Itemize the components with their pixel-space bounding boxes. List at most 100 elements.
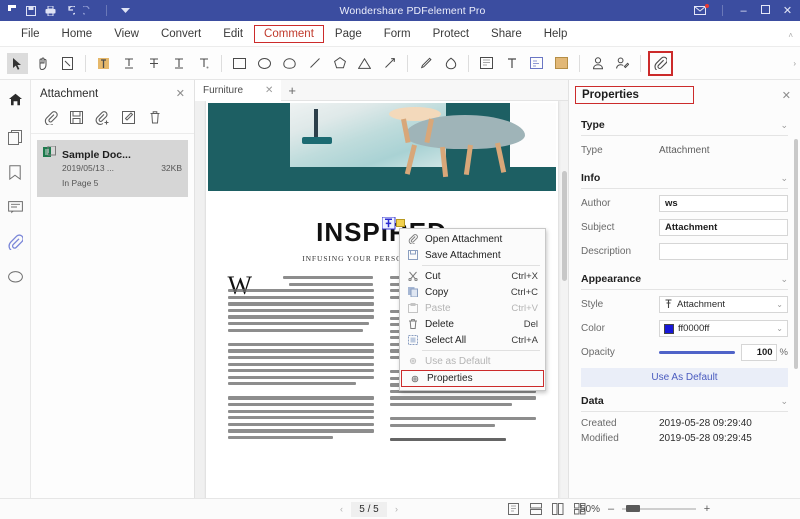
context-menu-item-select-all[interactable]: Select All Ctrl+A [400, 332, 545, 348]
previous-page-button[interactable]: ‹ [340, 504, 343, 514]
page-thumbnails-icon[interactable] [4, 124, 26, 150]
attachment-icon[interactable] [4, 229, 26, 255]
open-attachment-icon[interactable] [39, 108, 62, 127]
zoom-slider-thumb[interactable] [626, 505, 641, 512]
arrow-tool[interactable] [379, 53, 400, 74]
customize-dropdown-icon[interactable] [119, 5, 131, 17]
text-box-tool[interactable] [476, 53, 497, 74]
properties-scrollbar[interactable] [794, 139, 798, 369]
menu-item-comment[interactable]: Comment [254, 24, 324, 43]
menu-item-form[interactable]: Form [373, 25, 422, 43]
add-attachment-icon[interactable] [91, 108, 114, 127]
hand-tool[interactable] [32, 53, 53, 74]
context-menu-item-open-attachment[interactable]: Open Attachment [400, 231, 545, 247]
toolbar-overflow-icon[interactable]: › [793, 59, 796, 68]
eraser-tool[interactable] [440, 53, 461, 74]
section-info-header[interactable]: Info ⌄ [581, 166, 788, 189]
author-field[interactable]: ws [659, 195, 788, 212]
tab-furniture[interactable]: Furniture ✕ [195, 80, 282, 101]
highlight-text-tool[interactable] [93, 53, 114, 74]
subject-field[interactable]: Attachment [659, 219, 788, 236]
menu-item-edit[interactable]: Edit [212, 25, 254, 43]
underline-tool[interactable] [118, 53, 139, 74]
continuous-view-icon[interactable] [528, 502, 543, 516]
context-menu-item-copy[interactable]: Copy Ctrl+C [400, 284, 545, 300]
page-indicator[interactable]: 5 / 5 [351, 501, 387, 517]
stamp-tool[interactable] [587, 53, 608, 74]
redo-icon[interactable] [82, 5, 94, 17]
cloud-tool[interactable] [279, 53, 300, 74]
typewriter-tool[interactable] [501, 53, 522, 74]
bookmark-icon[interactable] [4, 159, 26, 185]
undo-icon[interactable] [63, 5, 75, 17]
menu-item-help[interactable]: Help [533, 25, 579, 43]
scrollbar-thumb[interactable] [562, 171, 567, 281]
document-vertical-scrollbar[interactable] [561, 101, 568, 498]
rectangle-tool[interactable] [229, 53, 250, 74]
context-menu-item-properties[interactable]: Properties [401, 370, 544, 387]
ellipse-tool[interactable] [254, 53, 275, 74]
close-properties-panel-icon[interactable]: ✕ [782, 89, 791, 102]
select-arrow-tool[interactable] [7, 52, 28, 74]
list-item[interactable]: Sample Doc... 2019/05/13 ... 32KB In Pag… [37, 140, 188, 197]
opacity-value[interactable]: 100 [740, 344, 777, 361]
area-highlight-tool[interactable] [551, 53, 572, 74]
line-tool[interactable] [304, 53, 325, 74]
save-attachment-icon[interactable] [65, 108, 88, 127]
comment-list-icon[interactable] [4, 194, 26, 220]
close-attachment-panel-icon[interactable]: ✕ [176, 87, 185, 100]
chevron-down-icon[interactable]: ⌄ [776, 324, 783, 333]
attachment-tool[interactable] [648, 50, 673, 76]
chevron-down-icon[interactable]: ⌄ [780, 274, 788, 285]
annotation-balloon-icon[interactable] [4, 264, 26, 290]
close-button[interactable]: ✕ [781, 4, 794, 17]
use-as-default-button[interactable]: Use As Default [581, 368, 788, 387]
triangle-tool[interactable] [354, 53, 375, 74]
section-type-header[interactable]: Type ⌄ [581, 113, 788, 136]
facing-view-icon[interactable] [550, 502, 565, 516]
minimize-button[interactable]: – [737, 5, 750, 17]
menu-item-convert[interactable]: Convert [150, 25, 212, 43]
description-field[interactable] [659, 243, 788, 260]
menu-item-protect[interactable]: Protect [422, 25, 480, 43]
polygon-tool[interactable] [329, 53, 350, 74]
menu-item-view[interactable]: View [103, 25, 150, 43]
print-icon[interactable] [44, 5, 56, 17]
home-icon[interactable] [4, 86, 26, 112]
note-tool[interactable] [57, 53, 78, 74]
signature-tool[interactable] [612, 53, 633, 74]
single-page-view-icon[interactable] [506, 502, 521, 516]
style-select[interactable]: Attachment ⌄ [659, 296, 788, 313]
chevron-down-icon[interactable]: ⌄ [776, 300, 783, 309]
new-tab-button[interactable]: + [281, 83, 303, 98]
close-tab-icon[interactable]: ✕ [265, 85, 273, 96]
menu-item-home[interactable]: Home [51, 25, 104, 43]
pencil-tool[interactable] [415, 53, 436, 74]
section-appearance-header[interactable]: Appearance ⌄ [581, 267, 788, 290]
zoom-out-button[interactable]: – [606, 503, 616, 515]
delete-attachment-icon[interactable] [143, 108, 166, 127]
maximize-button[interactable] [759, 4, 772, 17]
mail-icon[interactable] [694, 3, 709, 17]
menu-item-page[interactable]: Page [324, 25, 373, 43]
callout-tool[interactable] [526, 53, 547, 74]
collapse-ribbon-icon[interactable]: ˄ [788, 31, 793, 40]
strikethrough-tool[interactable] [143, 53, 164, 74]
menu-item-share[interactable]: Share [480, 25, 533, 43]
context-menu-item-delete[interactable]: Delete Del [400, 316, 545, 332]
slider-track[interactable] [659, 351, 735, 354]
attachment-pin-marker[interactable] [381, 216, 405, 232]
section-data-header[interactable]: Data ⌄ [581, 389, 788, 412]
context-menu-item-cut[interactable]: Cut Ctrl+X [400, 268, 545, 284]
edit-attachment-icon[interactable] [117, 108, 140, 127]
chevron-down-icon[interactable]: ⌄ [780, 396, 788, 407]
color-select[interactable]: ff0000ff ⌄ [659, 320, 788, 337]
squiggly-tool[interactable] [168, 53, 189, 74]
menu-item-file[interactable]: File [10, 25, 51, 43]
save-icon[interactable] [25, 5, 37, 17]
zoom-slider[interactable] [622, 505, 697, 512]
context-menu-item-save-attachment[interactable]: Save Attachment [400, 247, 545, 263]
opacity-slider[interactable] [659, 344, 741, 361]
chevron-down-icon[interactable]: ⌄ [780, 173, 788, 184]
chevron-down-icon[interactable]: ⌄ [780, 120, 788, 131]
